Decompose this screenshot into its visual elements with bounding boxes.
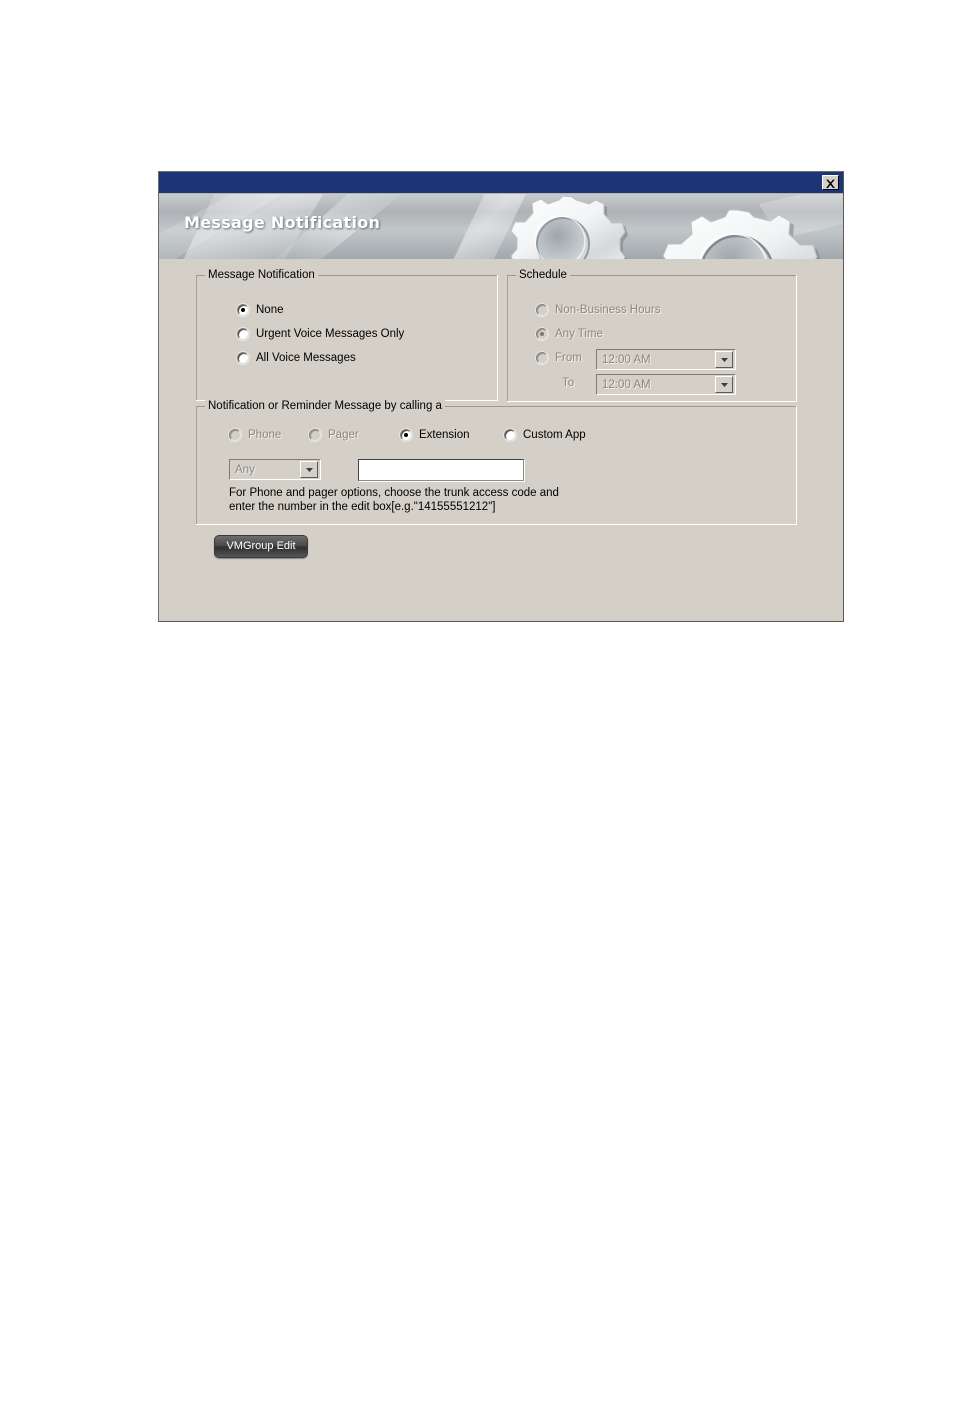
group-title-message-notification: Message Notification bbox=[205, 269, 318, 281]
radio-pager-indicator[interactable] bbox=[309, 429, 321, 441]
dialog-banner: Message Notification bbox=[159, 194, 843, 259]
radio-none-label: None bbox=[256, 304, 284, 316]
radio-non-business-hours-label: Non-Business Hours bbox=[555, 304, 661, 316]
combo-from-time-value: 12:00 AM bbox=[602, 353, 651, 366]
combo-trunk-access-code[interactable]: Any bbox=[229, 459, 321, 480]
message-notification-dialog: Message Notification Message Notificatio… bbox=[158, 171, 844, 622]
radio-extension-label: Extension bbox=[419, 429, 470, 441]
radio-none-indicator[interactable] bbox=[237, 304, 249, 316]
radio-urgent-indicator[interactable] bbox=[237, 328, 249, 340]
combo-to-time[interactable]: 12:00 AM bbox=[596, 374, 736, 395]
chevron-down-icon[interactable] bbox=[715, 351, 733, 368]
radio-urgent-label: Urgent Voice Messages Only bbox=[256, 328, 405, 340]
help-text: For Phone and pager options, choose the … bbox=[229, 487, 559, 513]
chevron-down-icon[interactable] bbox=[715, 376, 733, 393]
radio-any-time-label: Any Time bbox=[555, 328, 603, 340]
combo-trunk-access-code-value: Any bbox=[235, 463, 255, 476]
radio-from-label: From bbox=[555, 352, 582, 364]
group-message-notification: Message Notification None Urgent Voice M… bbox=[196, 269, 498, 401]
radio-phone[interactable]: Phone bbox=[229, 429, 281, 441]
radio-extension[interactable]: Extension bbox=[400, 429, 470, 441]
page-title: Message Notification bbox=[184, 213, 381, 232]
combo-from-time[interactable]: 12:00 AM bbox=[596, 349, 736, 370]
group-title-schedule: Schedule bbox=[516, 269, 570, 281]
radio-pager[interactable]: Pager bbox=[309, 429, 359, 441]
radio-none[interactable]: None bbox=[237, 304, 284, 316]
radio-all-indicator[interactable] bbox=[237, 352, 249, 364]
chevron-down-icon[interactable] bbox=[300, 461, 318, 478]
radio-phone-label: Phone bbox=[248, 429, 282, 441]
label-to: To bbox=[562, 377, 575, 389]
radio-all-voice-messages[interactable]: All Voice Messages bbox=[237, 352, 356, 364]
radio-custom-app-indicator[interactable] bbox=[504, 429, 516, 441]
radio-from[interactable]: From bbox=[536, 352, 582, 364]
vmgroup-edit-button[interactable]: VMGroup Edit bbox=[214, 535, 308, 558]
radio-any-time[interactable]: Any Time bbox=[536, 328, 603, 340]
radio-urgent-voice-messages-only[interactable]: Urgent Voice Messages Only bbox=[237, 328, 404, 340]
dialog-content: Message Notification None Urgent Voice M… bbox=[159, 259, 843, 621]
radio-custom-app-label: Custom App bbox=[523, 429, 586, 441]
radio-from-indicator[interactable] bbox=[536, 352, 548, 364]
radio-pager-label: Pager bbox=[328, 429, 359, 441]
radio-non-business-hours-indicator[interactable] bbox=[536, 304, 548, 316]
radio-phone-indicator[interactable] bbox=[229, 429, 241, 441]
radio-extension-indicator[interactable] bbox=[400, 429, 412, 441]
combo-to-time-value: 12:00 AM bbox=[602, 378, 651, 391]
radio-all-label: All Voice Messages bbox=[256, 352, 356, 364]
close-icon[interactable] bbox=[822, 175, 839, 190]
group-title-calling: Notification or Reminder Message by call… bbox=[205, 400, 445, 412]
group-schedule: Schedule Non-Business Hours Any Time Fro… bbox=[507, 269, 797, 402]
radio-custom-app[interactable]: Custom App bbox=[504, 429, 586, 441]
radio-any-time-indicator[interactable] bbox=[536, 328, 548, 340]
group-notification-or-reminder-message: Notification or Reminder Message by call… bbox=[196, 400, 797, 525]
radio-non-business-hours[interactable]: Non-Business Hours bbox=[536, 304, 660, 316]
close-glyph bbox=[826, 179, 835, 188]
number-input[interactable] bbox=[358, 459, 524, 481]
dialog-titlebar bbox=[159, 172, 843, 194]
